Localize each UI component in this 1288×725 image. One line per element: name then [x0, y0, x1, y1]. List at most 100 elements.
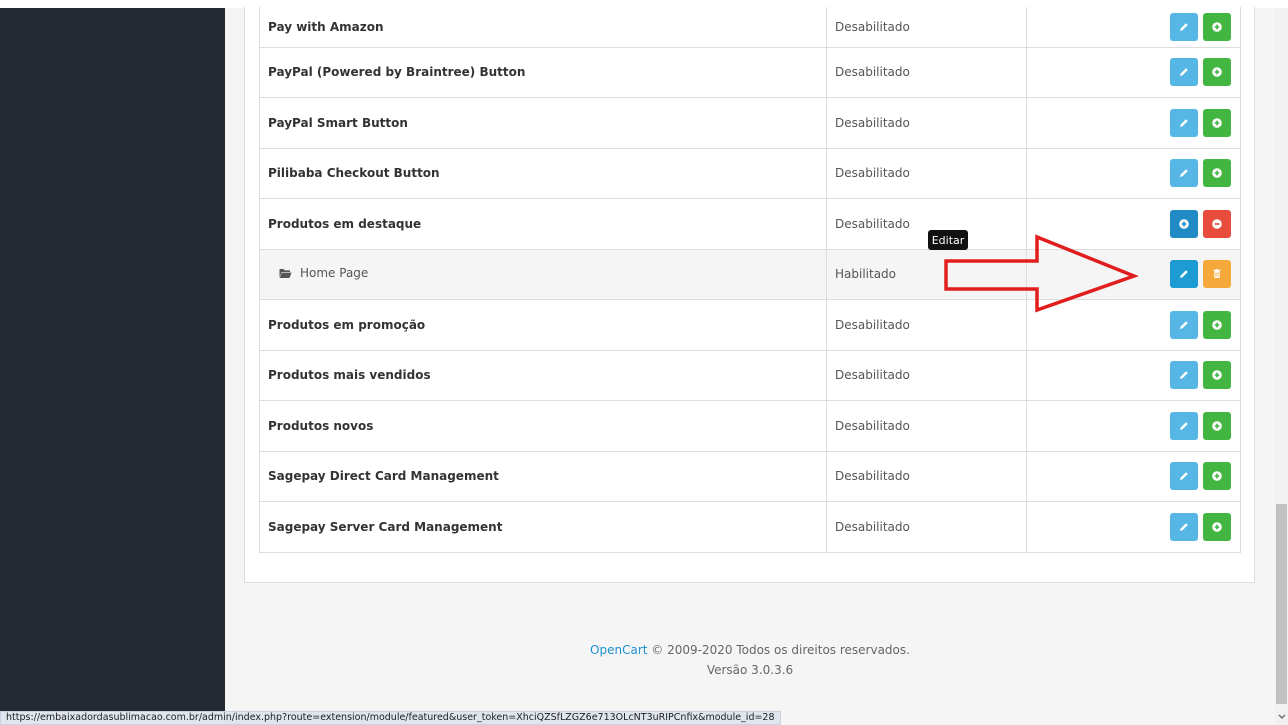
- module-name-cell: Produtos em promoção: [259, 299, 827, 351]
- install-icon: [1212, 521, 1222, 532]
- table-row: Pilibaba Checkout Button Desabilitado: [259, 148, 1241, 199]
- edit-icon: [1180, 371, 1188, 380]
- module-name: Home Page: [300, 266, 369, 281]
- module-name: PayPal Smart Button: [268, 115, 408, 130]
- module-name-cell: Produtos em destaque: [259, 198, 827, 250]
- table-row: PayPal (Powered by Braintree) Button Desa…: [259, 47, 1241, 98]
- edit-button[interactable]: [1170, 159, 1198, 188]
- install-icon: [1212, 117, 1222, 128]
- table-row: Produtos novos Desabilitado: [259, 400, 1241, 452]
- edit-button[interactable]: [1170, 108, 1198, 137]
- module-actions-cell: [1026, 451, 1241, 502]
- module-name: Pilibaba Checkout Button: [268, 166, 440, 181]
- edit-icon: [1180, 270, 1188, 279]
- install-button[interactable]: [1203, 12, 1231, 41]
- module-name-cell: PayPal (Powered by Braintree) Button: [259, 47, 827, 98]
- edit-button[interactable]: [1170, 260, 1198, 289]
- delete-button[interactable]: [1203, 260, 1231, 289]
- module-name-cell: Produtos mais vendidos: [259, 350, 827, 401]
- module-name-cell: Pilibaba Checkout Button: [259, 148, 827, 199]
- install-icon: [1212, 471, 1222, 482]
- uninstall-icon: [1212, 218, 1222, 229]
- edit-button[interactable]: [1170, 462, 1198, 491]
- install-icon: [1212, 168, 1222, 179]
- install-button[interactable]: [1203, 108, 1231, 137]
- edit-button[interactable]: [1170, 58, 1198, 87]
- module-status: Desabilitado: [826, 350, 1027, 401]
- install-button[interactable]: [1203, 58, 1231, 87]
- module-actions-cell: [1026, 148, 1241, 199]
- version-text: Versão 3.0.3.6: [706, 663, 794, 677]
- module-status: Desabilitado: [826, 501, 1027, 553]
- opencart-link[interactable]: OpenCart: [590, 643, 647, 657]
- module-status: Desabilitado: [826, 451, 1027, 502]
- edit-icon: [1180, 320, 1188, 329]
- delete-icon: [1213, 269, 1221, 279]
- edit-button[interactable]: [1170, 411, 1198, 440]
- module-name-cell: Home Page: [259, 249, 827, 300]
- module-actions-cell: [1026, 350, 1241, 401]
- install-button[interactable]: [1203, 310, 1231, 339]
- module-name: Sagepay Direct Card Management: [268, 469, 499, 484]
- main-content: Pay with Amazon Desabilitado PayPal (Power…: [225, 7, 1275, 725]
- install-icon: [1212, 420, 1222, 431]
- edit-icon: [1180, 68, 1188, 77]
- module-name: Pay with Amazon: [268, 19, 384, 34]
- install-button[interactable]: [1203, 361, 1231, 390]
- edit-icon: [1180, 472, 1188, 481]
- module-name: PayPal (Powered by Braintree) Button: [268, 65, 526, 80]
- module-name: Produtos novos: [268, 418, 374, 433]
- edit-icon: [1180, 118, 1188, 127]
- edit-icon: [1180, 522, 1188, 531]
- edit-button[interactable]: [1170, 310, 1198, 339]
- module-name-cell: PayPal Smart Button: [259, 97, 827, 149]
- edit-button[interactable]: [1170, 361, 1198, 390]
- table-row: Produtos mais vendidos Desabilitado: [259, 350, 1241, 401]
- install-button[interactable]: [1203, 159, 1231, 188]
- install-button[interactable]: [1203, 512, 1231, 541]
- annotation-arrow-icon: [944, 234, 1139, 313]
- page-footer: OpenCart © 2009-2020 Todos os direitos r…: [225, 640, 1275, 680]
- table-row: Pay with Amazon Desabilitado: [259, 7, 1241, 48]
- module-name: Sagepay Server Card Management: [268, 519, 503, 534]
- module-status: Desabilitado: [826, 148, 1027, 199]
- edit-button[interactable]: [1170, 12, 1198, 41]
- install-icon: [1212, 67, 1222, 78]
- copyright-text: © 2009-2020 Todos os direitos reservados…: [651, 643, 910, 657]
- module-name-cell: Produtos novos: [259, 400, 827, 452]
- admin-sidebar: [0, 8, 225, 725]
- module-name: Produtos mais vendidos: [268, 368, 431, 383]
- table-row: Sagepay Server Card Management Desabilita…: [259, 501, 1241, 553]
- install-icon: [1212, 319, 1222, 330]
- module-status: Desabilitado: [826, 7, 1027, 48]
- module-name-cell: Pay with Amazon: [259, 7, 827, 48]
- edit-icon: [1180, 22, 1188, 31]
- scrollbar-thumb[interactable]: [1276, 504, 1287, 704]
- module-actions-cell: [1026, 501, 1241, 553]
- edit-icon: [1180, 421, 1188, 430]
- browser-status-bar: https://embaixadordasublimacao.com.br/ad…: [0, 711, 781, 725]
- scroll-down-arrow-icon[interactable]: [1275, 709, 1288, 725]
- install-button[interactable]: [1203, 462, 1231, 491]
- install-button[interactable]: [1203, 411, 1231, 440]
- module-name: Produtos em destaque: [268, 216, 422, 231]
- module-actions-cell: [1026, 97, 1241, 149]
- uninstall-button[interactable]: [1203, 209, 1231, 238]
- module-name-cell: Sagepay Server Card Management: [259, 501, 827, 553]
- edit-button[interactable]: [1170, 512, 1198, 541]
- add-module-button[interactable]: [1170, 209, 1198, 238]
- install-icon: [1212, 370, 1222, 381]
- table-row: Sagepay Direct Card Management Desabilita…: [259, 451, 1241, 502]
- install-icon: [1212, 21, 1222, 32]
- module-actions-cell: [1026, 47, 1241, 98]
- edit-icon: [1180, 169, 1188, 178]
- module-status: Desabilitado: [826, 400, 1027, 452]
- module-name: Produtos em promoção: [268, 317, 426, 332]
- module-actions-cell: [1026, 7, 1241, 48]
- module-actions-cell: [1026, 400, 1241, 452]
- folder-open-icon: [279, 268, 292, 282]
- module-name-cell: Sagepay Direct Card Management: [259, 451, 827, 502]
- module-status: Desabilitado: [826, 47, 1027, 98]
- page-scrollbar[interactable]: [1275, 8, 1288, 725]
- footer-copyright-line: OpenCart © 2009-2020 Todos os direitos r…: [225, 640, 1275, 660]
